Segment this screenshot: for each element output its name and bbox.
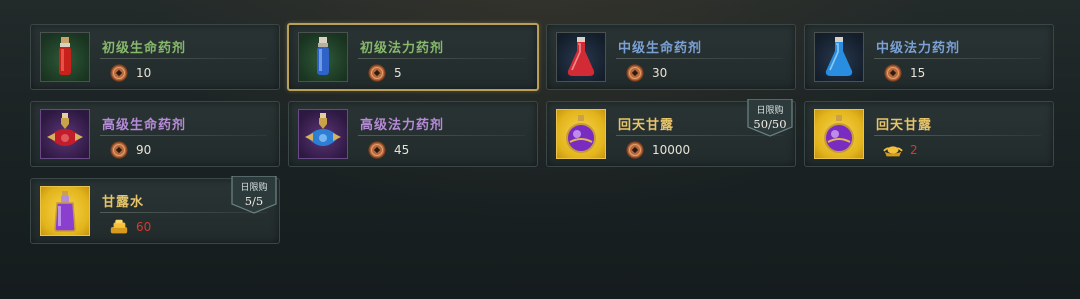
price: 5 [367, 64, 402, 82]
price: 15 [883, 64, 925, 82]
daily-limit-badge: 日限购 50/50 [747, 99, 793, 137]
price-value: 10 [136, 66, 152, 80]
item-name: 中级法力药剂 [876, 41, 961, 56]
daily-limit-count: 50/50 [753, 117, 787, 131]
purple-orb-elixir-icon [566, 115, 596, 153]
price-value: 15 [910, 66, 926, 80]
price: 2 [883, 141, 918, 159]
price-value: 30 [652, 66, 668, 80]
price: 90 [109, 141, 151, 159]
small-red-potion-icon [59, 37, 71, 75]
potion-shop-grid: 初级生命药剂 10 初级法力药剂 5 中级生命药剂 30 中级法力药剂 15 高… [0, 0, 1080, 299]
shop-item-card[interactable]: 中级生命药剂 30 [546, 24, 796, 90]
shop-item-card[interactable]: 初级生命药剂 10 [30, 24, 280, 90]
copper-coin-icon [368, 141, 386, 159]
price-value: 2 [910, 143, 918, 157]
gold-ingot-icon [883, 146, 903, 157]
divider [616, 58, 783, 59]
medium-blue-potion-icon [825, 37, 853, 76]
copper-coin-icon [110, 141, 128, 159]
purple-orb-elixir-icon [824, 115, 854, 153]
large-red-potion-icon [47, 113, 83, 146]
item-name: 中级生命药剂 [618, 41, 703, 56]
price: 45 [367, 141, 409, 159]
medium-red-potion-icon [567, 37, 595, 76]
price: 10 [109, 64, 151, 82]
price-value: 90 [136, 143, 152, 157]
divider [874, 58, 1041, 59]
shop-item-card[interactable]: 回天甘露 2 [804, 101, 1054, 167]
daily-limit-badge: 日限购 5/5 [231, 176, 277, 214]
potion-thumbnail [40, 32, 90, 82]
daily-limit-label: 日限购 [240, 183, 268, 193]
item-name: 回天甘露 [876, 118, 933, 133]
item-name: 甘露水 [102, 195, 145, 210]
shop-item-card[interactable]: 甘露水 60 日限购 5/5 [30, 176, 280, 244]
shop-item-card[interactable]: 回天甘露 10000 日限购 50/50 [546, 99, 796, 167]
price-value: 5 [394, 66, 402, 80]
divider [100, 58, 267, 59]
daily-limit-count: 5/5 [244, 194, 264, 208]
price-value: 45 [394, 143, 410, 157]
copper-coin-icon [884, 64, 902, 82]
shop-item-card-selected[interactable]: 初级法力药剂 5 [287, 23, 539, 91]
item-name: 高级法力药剂 [360, 118, 445, 133]
shop-item-card[interactable]: 中级法力药剂 15 [804, 24, 1054, 90]
daily-limit-label: 日限购 [756, 106, 784, 116]
potion-thumbnail [298, 32, 348, 82]
copper-coin-icon [110, 64, 128, 82]
item-name: 回天甘露 [618, 118, 675, 133]
price: 30 [625, 64, 667, 82]
large-blue-potion-icon [305, 113, 341, 146]
potion-thumbnail [556, 32, 606, 82]
divider [874, 135, 1041, 136]
potion-thumbnail [298, 109, 348, 159]
copper-coin-icon [368, 64, 386, 82]
copper-coin-icon [626, 141, 644, 159]
price-value: 60 [136, 220, 152, 234]
potion-thumbnail [814, 109, 864, 159]
small-blue-potion-icon [317, 37, 329, 75]
item-name: 高级生命药剂 [102, 118, 187, 133]
divider [358, 135, 525, 136]
gold-ingot-stack-icon [110, 219, 128, 234]
potion-thumbnail [40, 186, 90, 236]
shop-item-card[interactable]: 高级生命药剂 90 [30, 101, 280, 167]
potion-thumbnail [40, 109, 90, 159]
price: 60 [109, 218, 151, 236]
divider [358, 58, 525, 59]
item-name: 初级生命药剂 [102, 41, 187, 56]
price: 10000 [625, 141, 690, 159]
price-value: 10000 [652, 143, 691, 157]
purple-flask-icon [54, 191, 76, 232]
copper-coin-icon [626, 64, 644, 82]
divider [100, 135, 267, 136]
shop-item-card[interactable]: 高级法力药剂 45 [288, 101, 538, 167]
potion-thumbnail [814, 32, 864, 82]
item-name: 初级法力药剂 [360, 41, 445, 56]
potion-thumbnail [556, 109, 606, 159]
